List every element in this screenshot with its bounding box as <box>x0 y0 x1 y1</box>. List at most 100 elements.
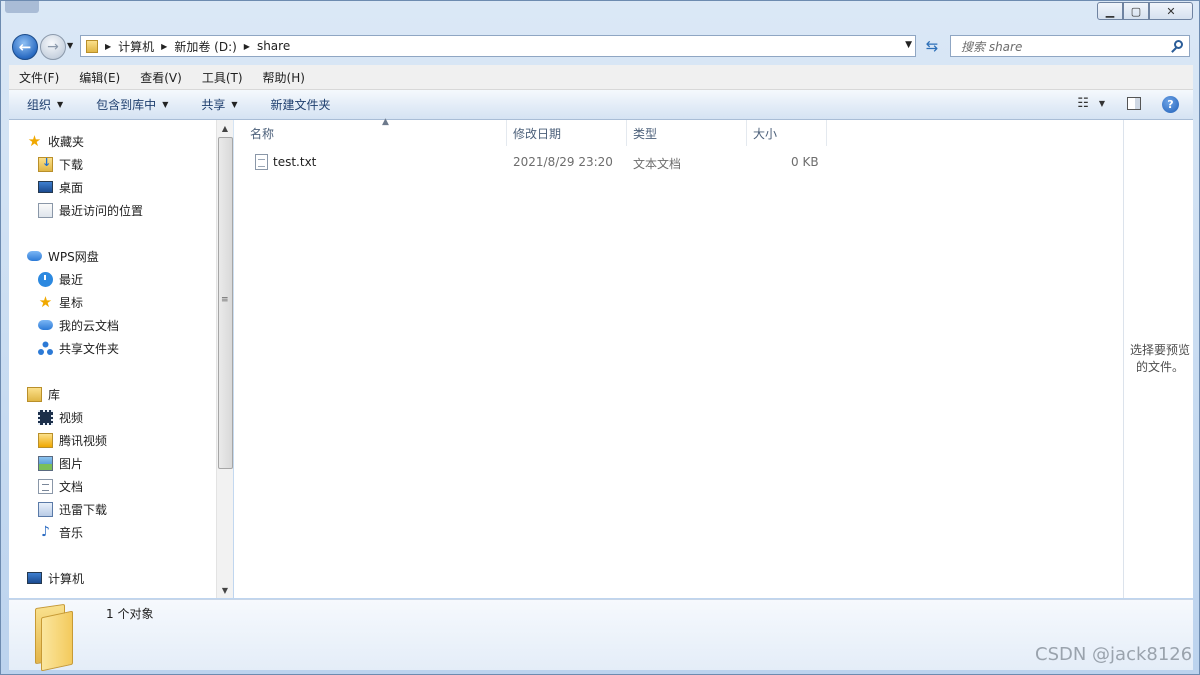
sidebar-item-documents[interactable]: 文档 <box>38 476 83 496</box>
sidebar-favorites[interactable]: ★ 收藏夹 <box>27 131 84 151</box>
computer-icon <box>27 572 42 584</box>
sidebar-item-starred[interactable]: ★ 星标 <box>38 292 83 312</box>
new-folder-button[interactable]: 新建文件夹 <box>253 96 346 113</box>
chevron-right-icon[interactable]: ▶ <box>105 42 111 51</box>
sidebar-item-cloud-docs[interactable]: 我的云文档 <box>38 315 119 335</box>
text-file-icon <box>255 154 268 170</box>
refresh-button[interactable]: ⇆ <box>919 35 945 57</box>
document-icon <box>38 478 53 494</box>
file-list[interactable]: 名称 ▲ 修改日期 类型 大小 test.txt 2021/8/29 23:20… <box>234 117 1123 598</box>
column-label: 名称 <box>250 126 275 141</box>
column-header-modified[interactable]: 修改日期 <box>507 120 627 146</box>
window-controls: ▁ ▢ ✕ <box>1097 2 1193 20</box>
include-library-button[interactable]: 包含到库中 ▼ <box>78 96 183 113</box>
sort-ascending-icon: ▲ <box>382 117 389 127</box>
breadcrumb-drive[interactable]: 新加卷 (D:) <box>174 38 236 55</box>
sidebar-item-label: 我的云文档 <box>59 318 120 333</box>
sidebar-item-recent[interactable]: 最近 <box>38 269 83 289</box>
column-header-type[interactable]: 类型 <box>627 120 747 146</box>
window-title-tab <box>5 1 39 13</box>
minimize-button[interactable]: ▁ <box>1097 2 1123 20</box>
sidebar-item-label: 迅雷下载 <box>59 502 108 517</box>
sidebar-heading: WPS网盘 <box>48 249 99 264</box>
sidebar-libraries[interactable]: 库 <box>27 384 60 404</box>
star-icon: ★ <box>27 131 42 150</box>
chevron-right-icon[interactable]: ▶ <box>244 42 250 51</box>
search-box[interactable] <box>950 35 1190 57</box>
column-header-name[interactable]: 名称 ▲ <box>244 117 507 146</box>
sidebar-heading: 计算机 <box>48 571 85 586</box>
help-icon: ? <box>1167 98 1174 111</box>
menu-bar: 文件(F) 编辑(E) 查看(V) 工具(T) 帮助(H) <box>9 65 1193 90</box>
desktop-icon <box>38 181 53 193</box>
chevron-down-icon: ▼ <box>162 100 169 109</box>
sidebar-item-videos[interactable]: 视频 <box>38 407 83 427</box>
sidebar-item-label: 文档 <box>59 479 84 494</box>
sidebar-item-label: 最近 <box>59 272 84 287</box>
sidebar-item-label: 视频 <box>59 410 84 425</box>
sidebar-item-tencent-video[interactable]: 腾讯视频 <box>38 430 107 450</box>
forward-button[interactable]: → <box>40 34 66 60</box>
scroll-down-arrow-icon[interactable]: ▼ <box>217 582 233 598</box>
maximize-button[interactable]: ▢ <box>1123 2 1149 20</box>
menu-help[interactable]: 帮助(H) <box>253 69 315 86</box>
refresh-icon: ⇆ <box>925 37 939 55</box>
sidebar-item-music[interactable]: ♪ 音乐 <box>38 522 83 542</box>
breadcrumb-computer[interactable]: 计算机 <box>118 38 154 55</box>
column-label: 修改日期 <box>513 126 562 141</box>
sidebar-item-label: 桌面 <box>59 180 84 195</box>
sidebar-item-pictures[interactable]: 图片 <box>38 453 83 473</box>
sidebar-computer[interactable]: 计算机 <box>27 568 84 588</box>
file-name[interactable]: test.txt <box>273 155 316 169</box>
download-folder-icon <box>38 156 53 172</box>
scrollbar-thumb[interactable] <box>218 137 233 469</box>
item-count: 1 个对象 <box>106 607 154 621</box>
breadcrumb-share[interactable]: share <box>257 39 290 53</box>
sidebar-item-desktop[interactable]: 桌面 <box>38 177 83 197</box>
arrow-right-icon: → <box>47 39 59 55</box>
help-button[interactable]: ? <box>1162 96 1179 113</box>
preview-line: 的文件。 <box>1135 360 1184 374</box>
preview-pane: 选择要预览 的文件。 <box>1123 120 1193 598</box>
recent-places-icon <box>38 202 53 218</box>
sidebar-wps-drive[interactable]: WPS网盘 <box>27 246 99 266</box>
sidebar-heading: 收藏夹 <box>48 134 85 149</box>
sidebar-item-label: 最近访问的位置 <box>59 203 144 218</box>
history-dropdown[interactable]: ▼ <box>67 41 73 50</box>
back-button[interactable]: ← <box>12 34 38 60</box>
address-dropdown[interactable]: ▼ <box>905 40 912 50</box>
cloud-icon <box>38 320 53 330</box>
organize-button[interactable]: 组织 ▼ <box>9 96 78 113</box>
preview-line: 选择要预览 <box>1129 343 1190 357</box>
arrow-left-icon: ← <box>18 38 32 56</box>
scroll-up-arrow-icon[interactable]: ▲ <box>217 120 233 136</box>
preview-pane-button[interactable] <box>1127 97 1141 110</box>
minimize-icon: ▁ <box>1105 4 1115 18</box>
menu-view[interactable]: 查看(V) <box>130 69 192 86</box>
new-folder-label: 新建文件夹 <box>270 98 331 112</box>
sidebar-item-xunlei-downloads[interactable]: 迅雷下载 <box>38 499 107 519</box>
chevron-down-icon: ▼ <box>231 100 238 109</box>
change-view-button[interactable]: ☷ ▼ <box>1077 96 1105 111</box>
sidebar-item-label: 图片 <box>59 456 84 471</box>
chevron-right-icon[interactable]: ▶ <box>161 42 167 51</box>
sidebar-item-downloads[interactable]: 下载 <box>38 154 83 174</box>
film-icon <box>38 409 53 425</box>
folder-icon <box>31 603 75 672</box>
address-bar[interactable]: ▶ 计算机 ▶ 新加卷 (D:) ▶ share ▼ <box>80 35 916 57</box>
table-row[interactable]: test.txt 2021/8/29 23:20 文本文档 0 KB <box>250 152 830 174</box>
share-button[interactable]: 共享 ▼ <box>183 96 252 113</box>
sidebar-item-shared-folder[interactable]: 共享文件夹 <box>38 338 119 358</box>
navigation-bar: ← → ▼ ▶ 计算机 ▶ 新加卷 (D:) ▶ share ▼ ⇆ <box>1 31 1199 63</box>
close-icon: ✕ <box>1166 4 1176 18</box>
menu-tools[interactable]: 工具(T) <box>192 69 253 86</box>
navigation-scrollbar[interactable]: ▲ ▼ <box>216 120 233 598</box>
column-header-size[interactable]: 大小 <box>747 120 827 146</box>
search-icon[interactable] <box>1174 40 1183 49</box>
menu-edit[interactable]: 编辑(E) <box>69 69 130 86</box>
sidebar-item-recent-places[interactable]: 最近访问的位置 <box>38 200 143 220</box>
menu-file[interactable]: 文件(F) <box>9 69 69 86</box>
sidebar-heading: 库 <box>48 387 61 402</box>
search-input[interactable] <box>959 38 1163 56</box>
close-button[interactable]: ✕ <box>1149 2 1193 20</box>
